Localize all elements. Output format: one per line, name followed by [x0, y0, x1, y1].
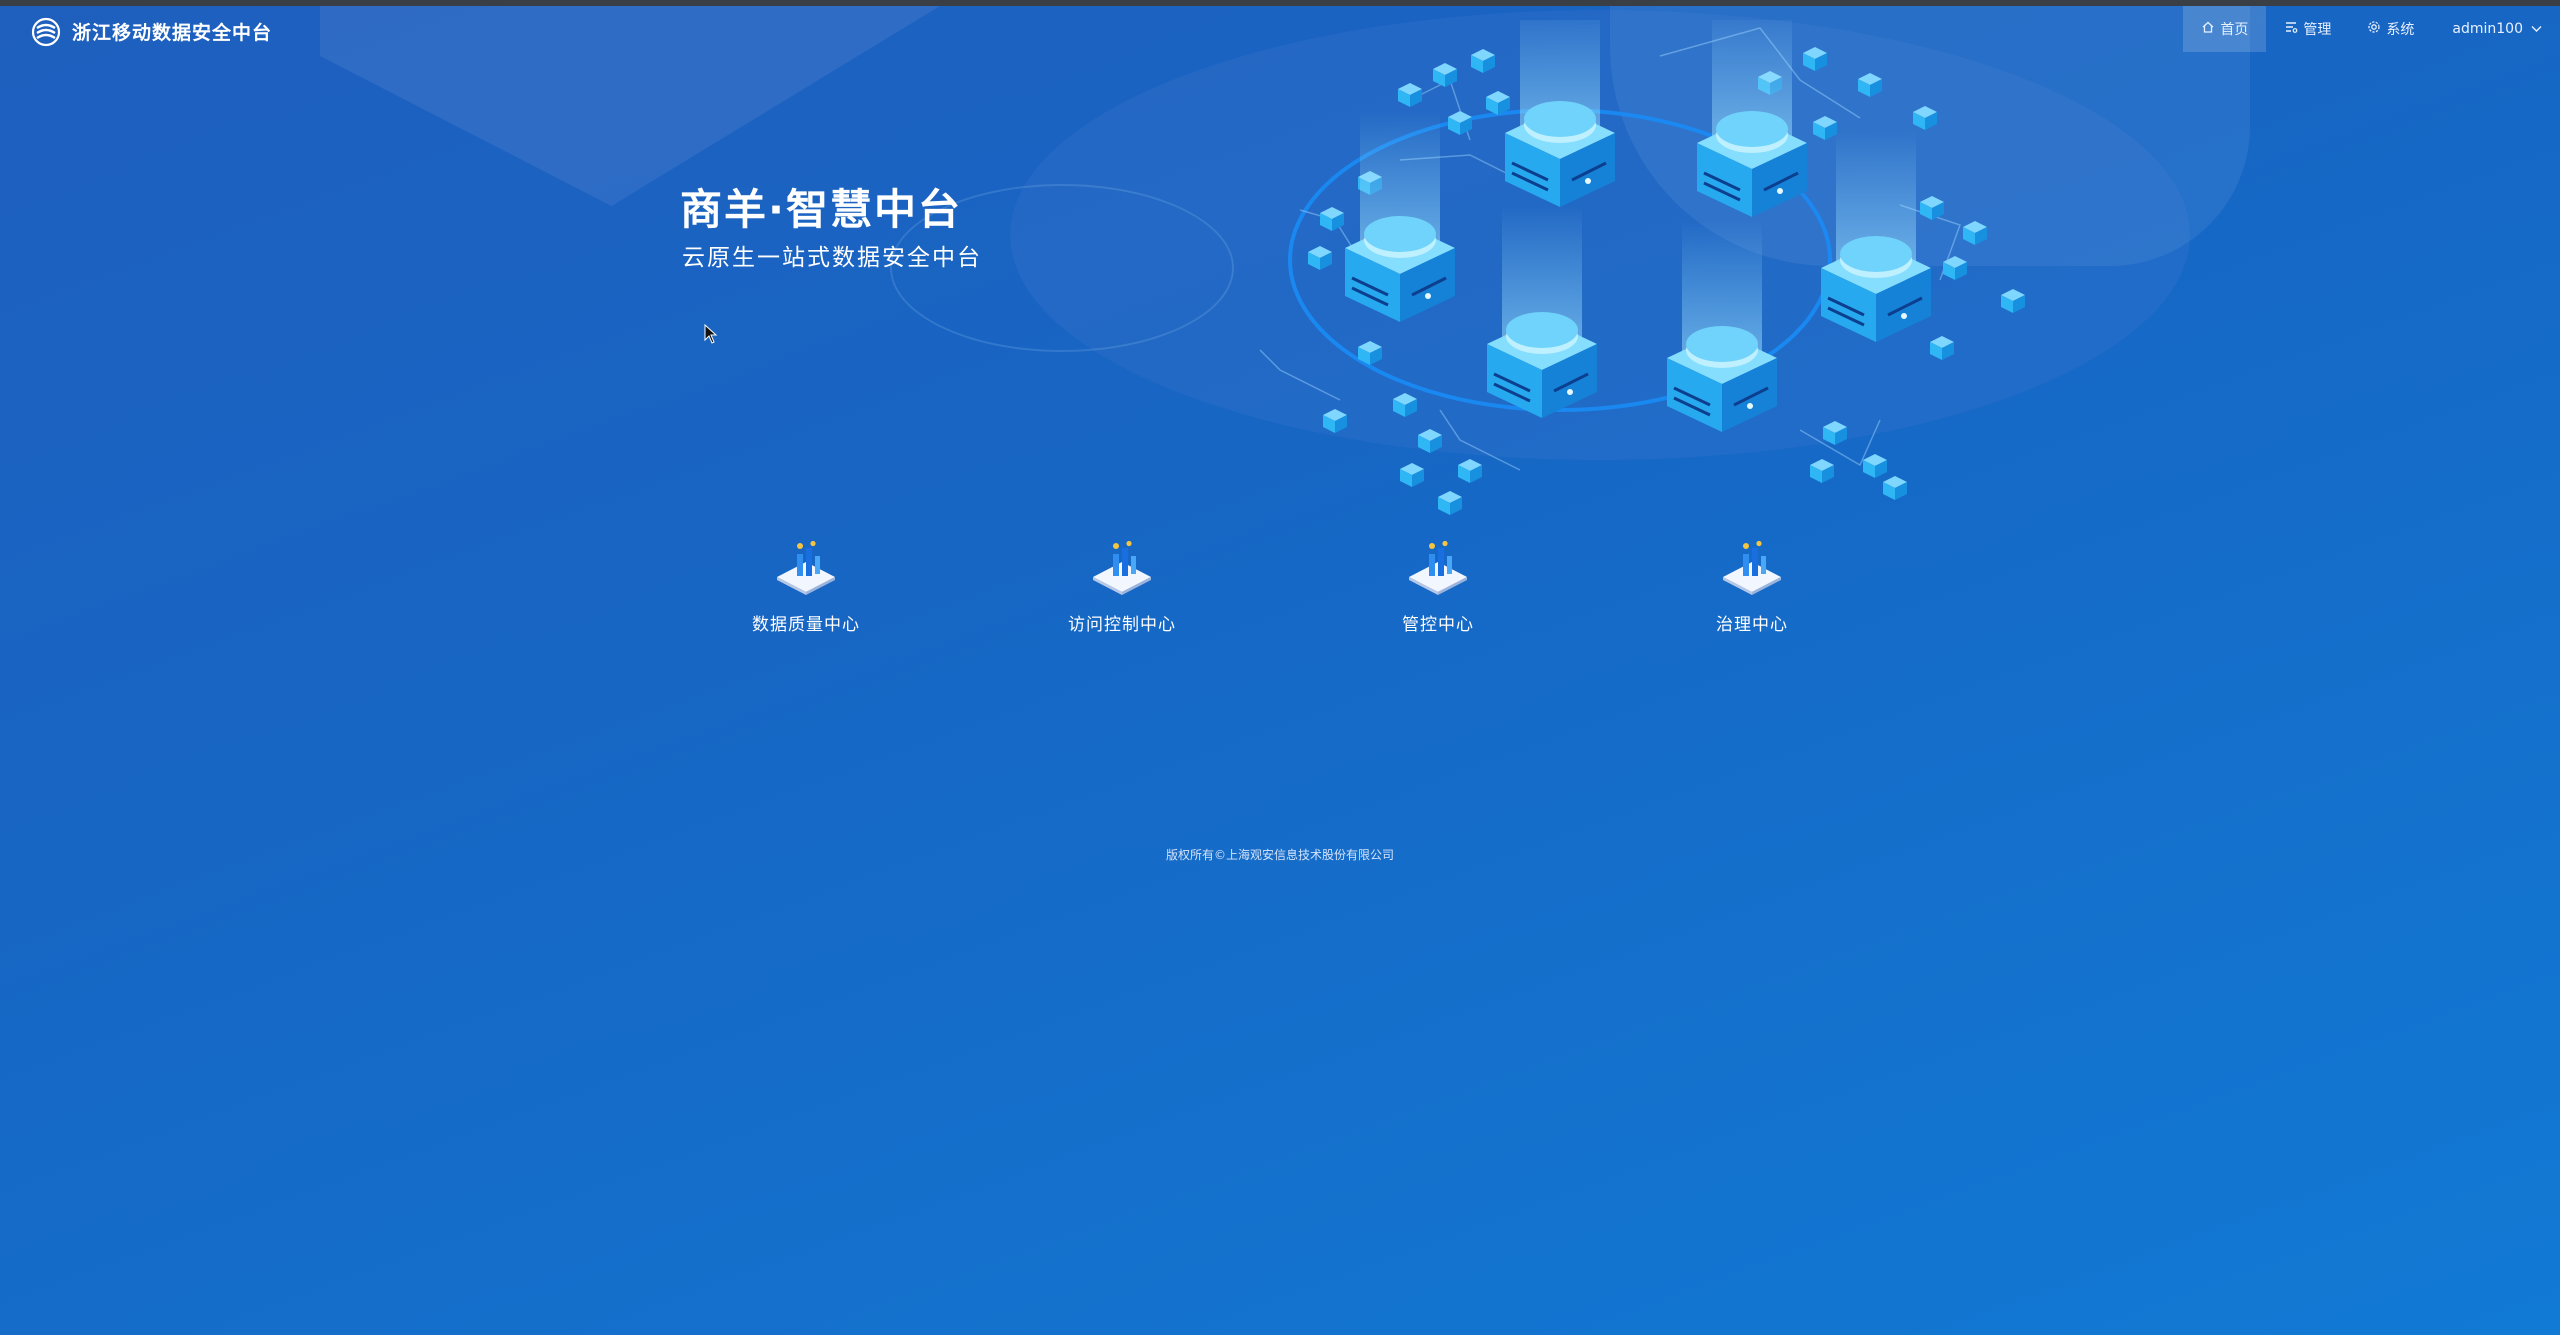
module-icon [1093, 540, 1151, 595]
china-mobile-logo-icon [31, 17, 61, 47]
module-icon [1723, 540, 1781, 595]
chevron-down-icon [2531, 23, 2542, 36]
module-icon [777, 540, 835, 595]
nav-item-label: 首页 [2220, 22, 2249, 38]
system-icon [2367, 20, 2381, 38]
module-label: 治理中心 [1716, 615, 1788, 635]
hero-subtitle: 云原生一站式数据安全中台 [682, 245, 982, 271]
app-title: 浙江移动数据安全中台 [72, 22, 273, 44]
mouse-cursor-icon [704, 324, 718, 344]
home-icon [2201, 20, 2215, 38]
module-control[interactable]: 管控中心 [1338, 540, 1538, 635]
nav-item-system[interactable]: 系统 [2349, 6, 2432, 52]
username: admin100 [2452, 21, 2523, 37]
nav-item-manage[interactable]: 管理 [2266, 6, 2349, 52]
nav-item-label: 系统 [2386, 22, 2415, 38]
hero-title: 商羊·智慧中台 [680, 185, 962, 234]
server-network-illustration [1259, 20, 2025, 515]
module-data-quality[interactable]: 数据质量中心 [706, 540, 906, 635]
module-access-control[interactable]: 访问控制中心 [1022, 540, 1222, 635]
manage-icon [2284, 20, 2298, 38]
module-label: 访问控制中心 [1068, 615, 1176, 635]
footer-copyright: 版权所有©上海观安信息技术股份有限公司 [1165, 848, 1394, 862]
user-menu[interactable]: admin100 [2432, 6, 2560, 52]
nav-item-label: 管理 [2303, 22, 2332, 38]
module-label: 管控中心 [1402, 615, 1474, 635]
top-nav: 首页 管理 系统 admin100 [2183, 6, 2560, 52]
nav-item-home[interactable]: 首页 [2183, 6, 2267, 52]
module-governance[interactable]: 治理中心 [1652, 540, 1852, 635]
module-icon [1409, 540, 1467, 595]
module-label: 数据质量中心 [752, 615, 860, 635]
